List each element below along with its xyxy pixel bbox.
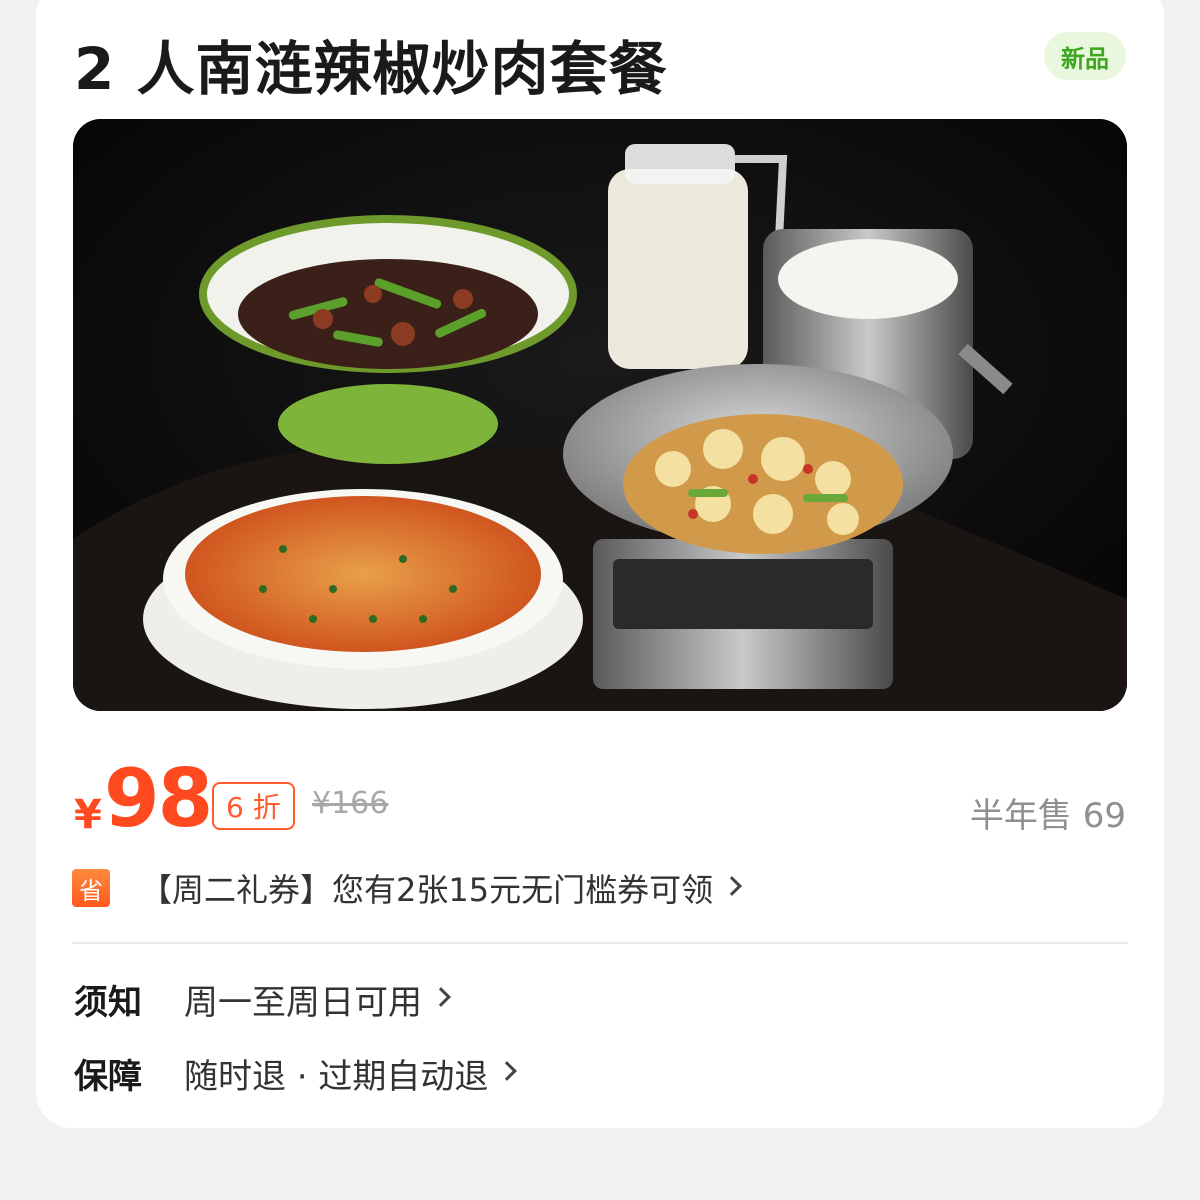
chevron-right-icon — [497, 1061, 518, 1081]
chevron-right-icon — [431, 987, 451, 1007]
guarantee-value[interactable]: 随时退 · 过期自动退 — [184, 1049, 488, 1098]
guarantee-row[interactable]: 保障 随时退 · 过期自动退 — [74, 1048, 518, 1098]
notice-value[interactable]: 周一至周日可用 — [184, 975, 422, 1024]
product-image[interactable] — [73, 119, 1127, 711]
notice-row[interactable]: 须知 周一至周日可用 — [74, 974, 451, 1024]
food-photo-illustration — [73, 119, 1127, 711]
current-price: 98 — [104, 752, 213, 845]
currency-symbol: ¥ — [74, 792, 102, 838]
notice-label: 须知 — [74, 982, 142, 1023]
product-title: 2 人南涟辣椒炒肉套餐 — [74, 35, 668, 103]
coupon-text[interactable]: 【周二礼券】您有2张15元无门槛券可领 — [140, 865, 713, 911]
divider — [72, 942, 1128, 944]
new-badge: 新品 — [1044, 32, 1126, 80]
chevron-right-icon — [722, 876, 742, 896]
discount-badge: 6 折 — [212, 782, 295, 830]
original-price: ¥166 — [312, 786, 389, 821]
guarantee-label: 保障 — [74, 1056, 142, 1097]
sales-count: 半年售 69 — [969, 796, 1126, 836]
save-coupon-icon: 省 — [72, 869, 110, 907]
coupon-row[interactable]: 省 【周二礼券】您有2张15元无门槛券可领 — [72, 866, 1132, 910]
price-row: ¥ 98 6 折 ¥166 半年售 69 — [74, 752, 1126, 848]
